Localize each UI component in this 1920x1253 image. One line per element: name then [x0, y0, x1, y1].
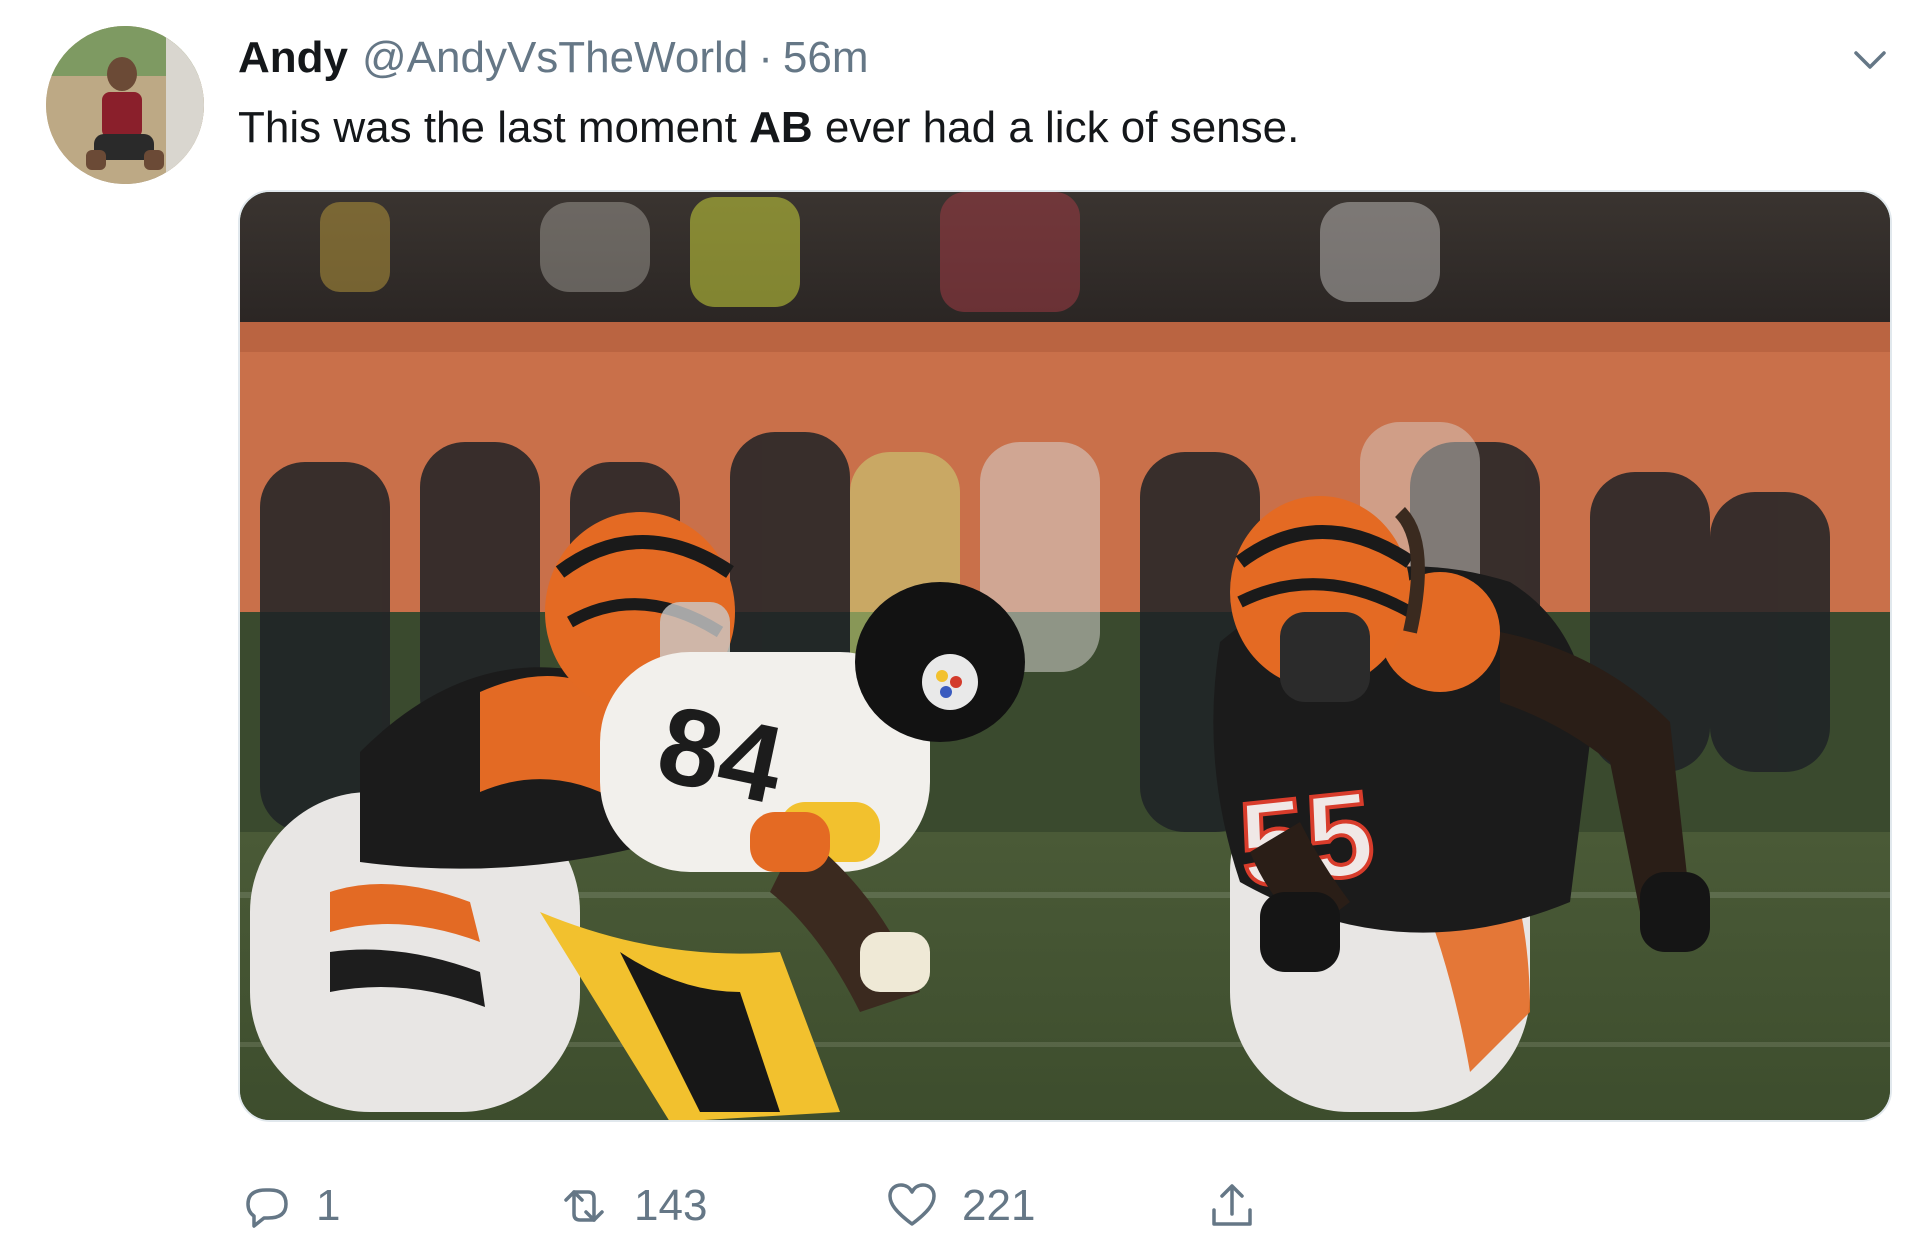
- tweet-text-after: ever had a lick of sense.: [812, 103, 1300, 152]
- retweet-count: 143: [634, 1181, 708, 1230]
- author-name[interactable]: Andy: [238, 30, 348, 86]
- tweet-text-bold: AB: [749, 103, 813, 152]
- reply-count: 1: [316, 1181, 341, 1230]
- retweet-icon: [556, 1178, 612, 1234]
- timestamp[interactable]: 56m: [783, 30, 869, 86]
- jersey-number-84: 84: [648, 682, 793, 828]
- like-count: 221: [962, 1181, 1036, 1230]
- reply-button[interactable]: 1: [238, 1176, 340, 1236]
- separator: ·: [758, 33, 773, 82]
- tweet-text: This was the last moment AB ever had a l…: [238, 98, 1299, 158]
- tweet-actions: 1 143 221: [238, 1176, 1338, 1236]
- tweet[interactable]: Andy @AndyVsTheWorld · 56m This was the …: [0, 0, 1920, 1253]
- tweet-header: Andy @AndyVsTheWorld · 56m: [238, 30, 868, 86]
- share-button[interactable]: [1204, 1176, 1260, 1236]
- chevron-down-icon[interactable]: [1848, 38, 1892, 82]
- author-handle[interactable]: @AndyVsTheWorld: [362, 30, 748, 86]
- tweet-photo[interactable]: 84 55: [238, 190, 1892, 1122]
- share-icon: [1204, 1178, 1260, 1234]
- like-button[interactable]: 221: [884, 1176, 1035, 1236]
- reply-icon: [238, 1178, 294, 1234]
- retweet-button[interactable]: 143: [556, 1176, 707, 1236]
- heart-icon: [884, 1178, 940, 1234]
- avatar[interactable]: [46, 26, 204, 184]
- tweet-text-before: This was the last moment: [238, 103, 750, 152]
